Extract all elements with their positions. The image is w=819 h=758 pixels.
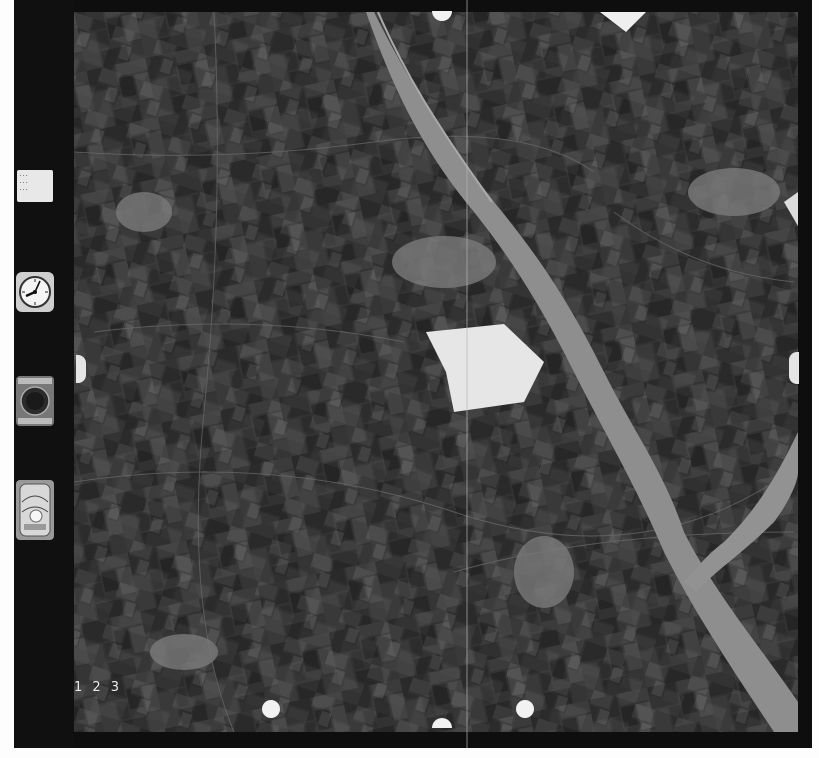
notes-line-1: ... [19,172,29,178]
frame-number: 1 2 3 [74,680,123,695]
altimeter-icon [16,376,54,426]
bubble-level-icon [16,480,54,540]
notes-line-2: ... [19,179,29,185]
instrument-strip: ... ... ... [14,0,74,748]
aerial-photo-frame: ... ... ... 1 2 3 [14,0,812,748]
fiducial-mark-right [789,352,799,384]
fiducial-dot-left [262,700,280,718]
fiducial-dot-right [516,700,534,718]
clock-icon [16,272,54,312]
film-splice-line [466,0,468,748]
notes-line-3: ... [19,186,29,192]
fiducial-mark-left [76,355,86,383]
handwritten-notes-card: ... ... ... [17,170,53,202]
aerial-photograph [74,12,798,732]
